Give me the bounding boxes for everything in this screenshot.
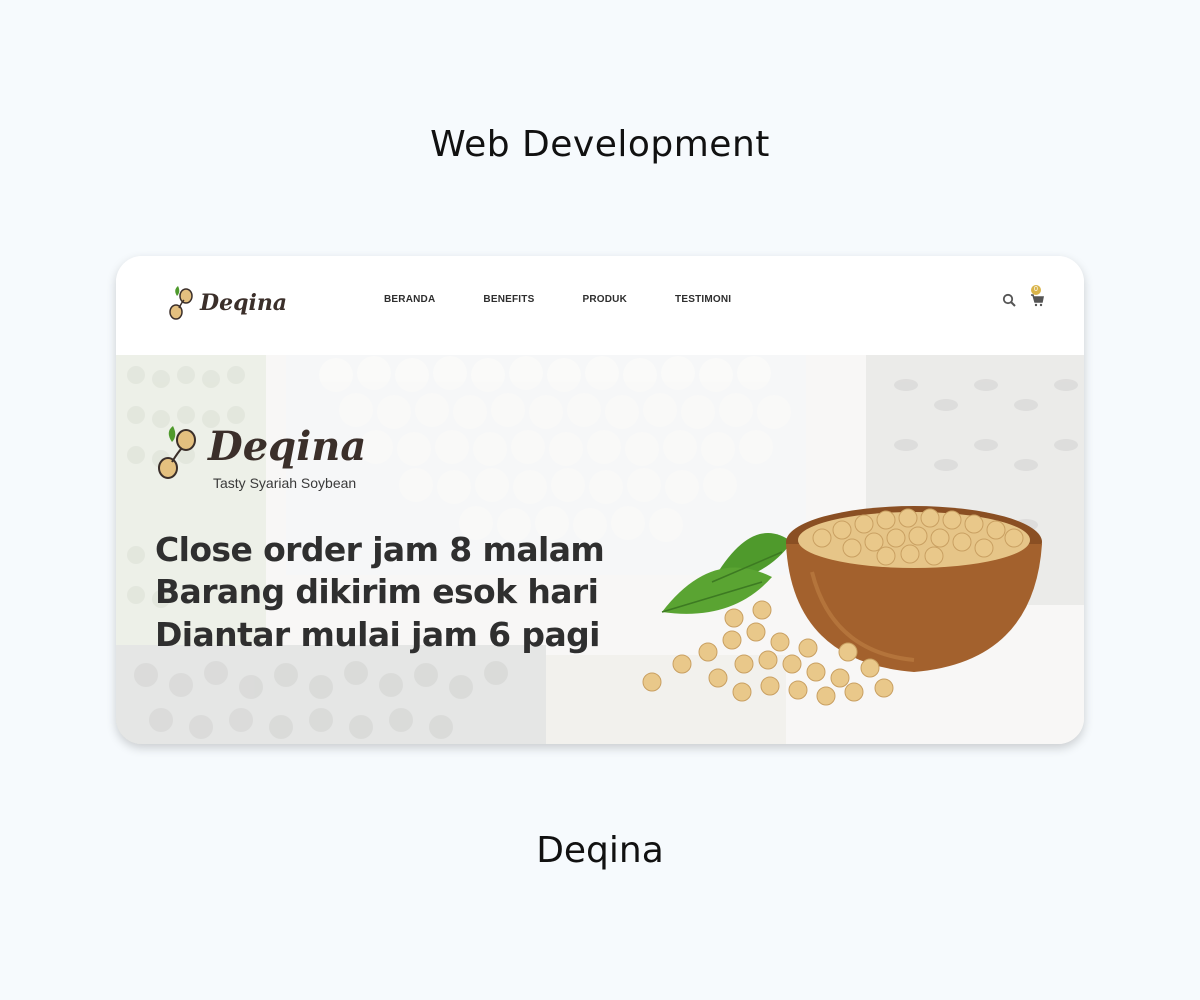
soybean-logo-icon	[169, 286, 193, 320]
cart-count-badge: 0	[1031, 285, 1041, 295]
nav-item-benefits[interactable]: BENEFITS	[483, 294, 534, 305]
website-mockup: Deqina BERANDA BENEFITS PRODUK TESTIMONI…	[116, 256, 1084, 744]
project-caption: Deqina	[536, 830, 664, 871]
soybean-bowl-image	[642, 506, 1042, 706]
soybean-logo-icon	[158, 426, 196, 479]
brand-logo[interactable]: Deqina	[166, 278, 286, 328]
cart-icon[interactable]	[1030, 293, 1044, 307]
hero-line-schedule: Diantar mulai jam 6 pagi	[155, 615, 600, 654]
hero-line-delivery: Barang dikirim esok hari	[155, 572, 599, 611]
nav-menu: BERANDA BENEFITS PRODUK TESTIMONI	[384, 294, 779, 305]
hero-banner: Deqina Tasty Syariah Soybean Close order…	[116, 355, 1084, 744]
hero-brand-text: Deqina	[207, 423, 366, 470]
hero-line-close-order: Close order jam 8 malam	[155, 530, 605, 569]
nav-item-beranda[interactable]: BERANDA	[384, 294, 435, 305]
search-icon[interactable]	[1002, 293, 1016, 307]
hero-tagline: Tasty Syariah Soybean	[213, 475, 357, 491]
nav-item-produk[interactable]: PRODUK	[582, 294, 627, 305]
brand-logo-text: Deqina	[199, 290, 286, 316]
nav-item-testimoni[interactable]: TESTIMONI	[675, 294, 731, 305]
site-navbar: Deqina BERANDA BENEFITS PRODUK TESTIMONI…	[116, 256, 1084, 355]
page-heading: Web Development	[430, 124, 770, 165]
